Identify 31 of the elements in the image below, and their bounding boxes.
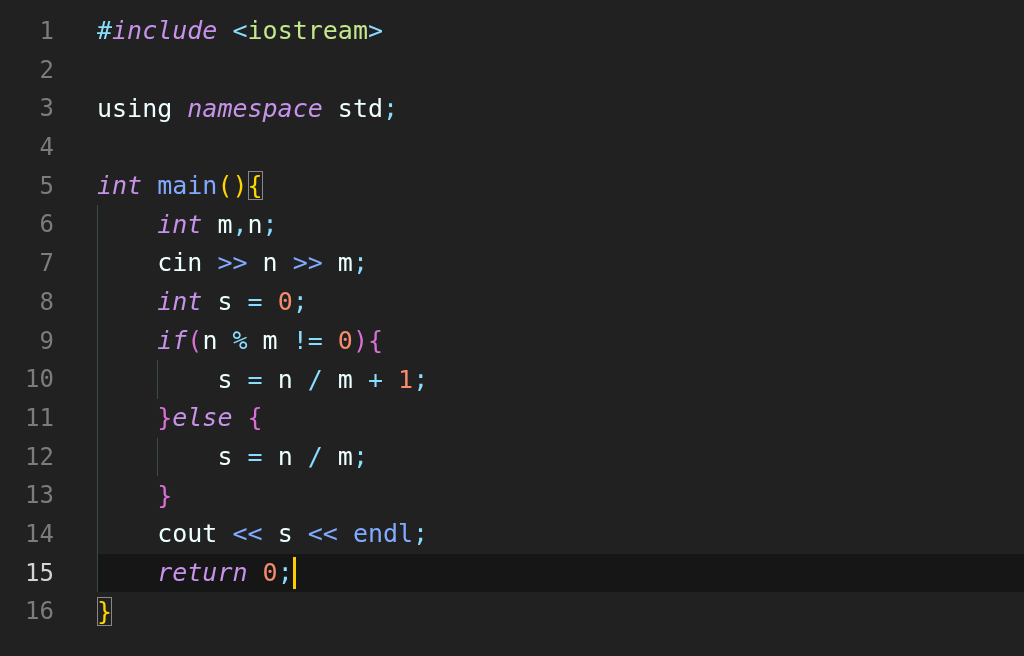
- code-line: cin >> n >> m;: [157, 247, 368, 280]
- line-number: 8: [38, 286, 54, 318]
- line-number: 14: [24, 518, 54, 550]
- line-number: 1: [38, 16, 54, 47]
- line-number: 4: [38, 132, 54, 164]
- code-line: int m,n;: [157, 208, 278, 241]
- code-line: }: [97, 595, 113, 628]
- line-number: 10: [24, 364, 54, 396]
- line-number: 6: [38, 209, 54, 241]
- code-line: }: [157, 479, 173, 512]
- code-line: s = n / m + 1;: [217, 363, 429, 396]
- code-line: return 0;: [157, 556, 293, 589]
- line-number: 3: [38, 93, 54, 125]
- line-number: 13: [24, 480, 54, 512]
- line-number: 16: [24, 596, 54, 628]
- code-line: }else {: [157, 402, 263, 435]
- code-line: cout << s << endl;: [157, 518, 429, 551]
- code-line: s = n / m;: [217, 440, 368, 473]
- code-line: int s = 0;: [157, 286, 308, 319]
- line-number: 5: [38, 170, 54, 202]
- line-number: 12: [24, 441, 54, 473]
- line-number: 15: [24, 557, 54, 589]
- line-number: 11: [24, 402, 54, 434]
- code-line: #include <iostream>: [97, 15, 384, 48]
- code-line: using namespace std;: [97, 92, 399, 125]
- line-number: 9: [38, 325, 54, 357]
- code-line: if(n % m != 0){: [157, 324, 384, 357]
- line-number: 7: [38, 248, 54, 280]
- line-number: 2: [38, 54, 54, 86]
- code-line: int main(){: [97, 170, 263, 203]
- text-cursor: [292, 556, 296, 589]
